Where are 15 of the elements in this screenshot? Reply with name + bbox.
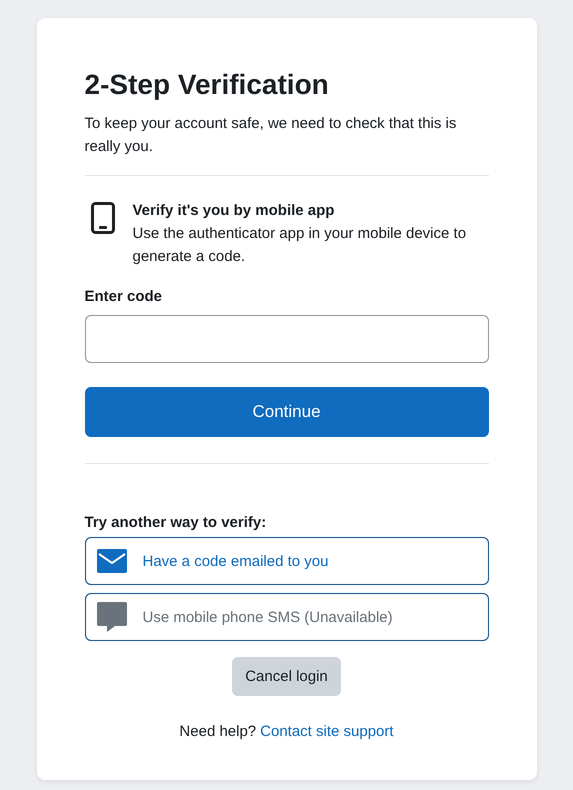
help-text: Need help? [179, 723, 256, 740]
code-input-field[interactable] [84, 315, 488, 363]
support-link[interactable]: Contact site support [260, 723, 394, 740]
verify-option-button[interactable]: Have a code emailed to you [84, 537, 488, 585]
intro-text: To keep your account safe, we need to check that this is really you. [84, 114, 458, 157]
continue-button[interactable]: Continue [84, 387, 488, 437]
cancel-button[interactable]: Cancel login [232, 657, 341, 696]
method-description: Use the authenticator app in your mobile device to generate a code. [132, 224, 468, 267]
alternatives-heading: Try another way to verify: [84, 514, 268, 531]
mobile-phone-icon [90, 202, 114, 234]
speech-bubble-icon [96, 602, 126, 632]
field-label: Enter code [84, 288, 164, 305]
page-title: 2-Step Verification [84, 68, 330, 102]
method-title: Verify it's you by mobile app [132, 201, 336, 221]
envelope-icon [96, 549, 126, 573]
